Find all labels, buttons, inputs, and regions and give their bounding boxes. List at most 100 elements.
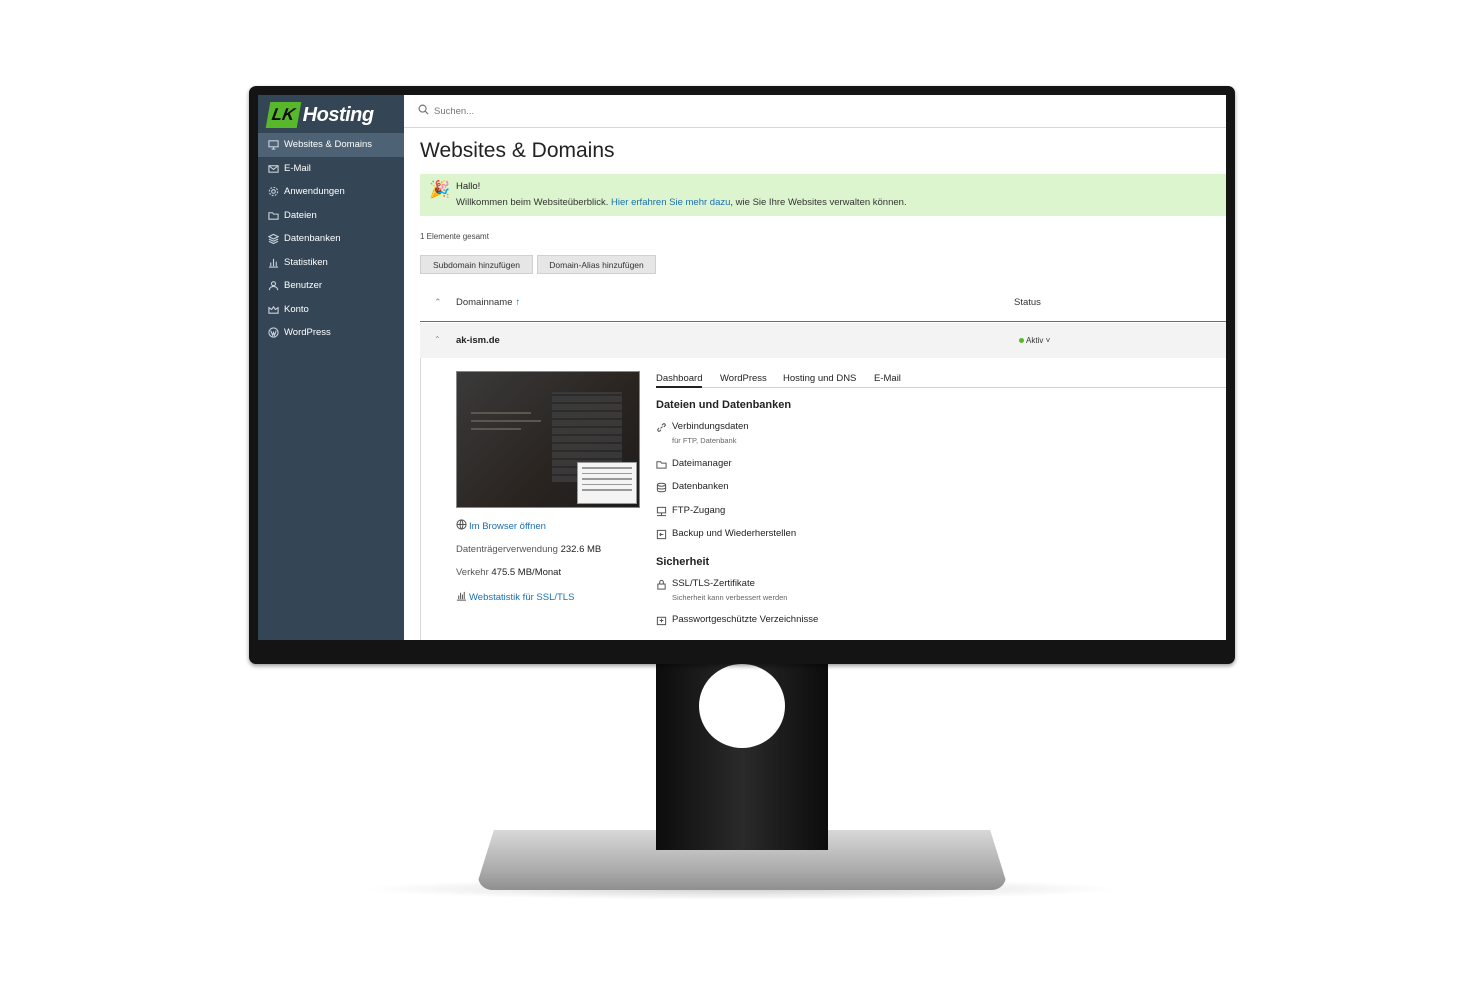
sidebar: LK Hosting Websites & Domains E-Mail Anw… [258,95,404,640]
sidebar-item-wordpress[interactable]: WordPress [258,321,404,345]
globe-icon [456,519,469,533]
domain-name[interactable]: ak-ism.de [456,335,500,346]
sidebar-item-statistiken[interactable]: Statistiken [258,251,404,275]
sidebar-item-label: Dateien [284,209,317,221]
search-bar [404,95,1226,128]
sidebar-item-label: E-Mail [284,162,311,174]
monitor-screen: LK Hosting Websites & Domains E-Mail Anw… [258,95,1226,640]
sidebar-item-benutzer[interactable]: Benutzer [258,274,404,298]
section-security: Sicherheit [656,556,710,568]
section-files-databases: Dateien und Datenbanken [656,399,792,411]
item-count: 1 Elemente gesamt [420,232,489,241]
open-in-browser-label: Im Browser öffnen [469,520,546,532]
tab-hosting-dns[interactable]: Hosting und DNS [783,373,856,388]
column-header-domainname[interactable]: Domainname ↑ [456,297,520,308]
connection-info-sub: für FTP, Datenbank [672,436,737,445]
bar-chart-icon [268,257,279,268]
backup-icon [656,528,672,543]
status-dropdown[interactable]: Aktiv ˅ [1019,336,1050,345]
welcome-title: Hallo! [456,181,481,192]
bar-chart-icon [456,590,469,604]
logo-text: Hosting [302,103,374,126]
party-popper-icon: 🎉 [429,180,451,199]
lock-icon [656,578,672,593]
add-subdomain-button[interactable]: Subdomain hinzufügen [420,255,533,274]
open-in-browser-link[interactable]: Im Browser öffnen [456,519,546,533]
add-domain-alias-button[interactable]: Domain-Alias hinzufügen [537,255,656,274]
main-content: Websites & Domains 🎉 Hallo! Willkommen b… [404,95,1226,640]
protected-folder-icon [656,614,672,629]
sort-ascending-icon: ↑ [515,297,521,308]
detail-tabs: Dashboard WordPress Hosting und DNS E-Ma… [656,373,1226,388]
sidebar-item-anwendungen[interactable]: Anwendungen [258,180,404,204]
collapse-all-icon[interactable]: ⌃ [434,297,442,308]
wordpress-icon [268,327,279,338]
preview-cookie-popup [577,462,637,504]
status-badge: Aktiv [1026,336,1044,345]
preview-text-line [471,428,521,430]
ssl-certificates-text: SSL/TLS-Zertifikate Sicherheit kann verbe… [672,578,787,602]
sidebar-item-label: Anwendungen [284,186,345,198]
sidebar-item-label: Konto [284,303,309,315]
tab-wordpress[interactable]: WordPress [720,373,767,388]
databases-label: Datenbanken [672,481,729,492]
sidebar-item-datenbanken[interactable]: Datenbanken [258,227,404,251]
disk-usage-value: 232.6 MB [560,544,602,555]
sidebar-item-websites-domains[interactable]: Websites & Domains [258,133,404,157]
databases-link[interactable]: Datenbanken [656,481,729,496]
column-header-status[interactable]: Status [1014,297,1041,308]
database-icon [656,481,672,496]
preview-text-line [471,412,531,414]
logo-badge: LK [265,102,301,128]
protected-directories-label: Passwortgeschützte Verzeichnisse [672,614,819,625]
traffic-value: 475.5 MB/Monat [491,567,562,578]
welcome-banner: 🎉 Hallo! Willkommen beim Websiteüberblic… [420,174,1226,216]
database-icon [267,233,280,245]
connection-info-text: Verbindungsdaten für FTP, Datenbank [672,421,749,445]
traffic-label: Verkehr [456,567,489,578]
sidebar-item-label: Datenbanken [284,233,341,245]
search-input[interactable] [434,105,734,117]
welcome-help-link[interactable]: Hier erfahren Sie mehr dazu [611,197,730,208]
tab-email[interactable]: E-Mail [874,373,901,388]
link-chain-icon [656,421,672,436]
ssl-certificates-link[interactable]: SSL/TLS-Zertifikate Sicherheit kann verbe… [656,578,787,602]
website-preview-thumbnail[interactable] [456,371,640,508]
sidebar-item-konto[interactable]: Konto [258,298,404,322]
sidebar-nav: Websites & Domains E-Mail Anwendungen Da… [258,133,404,345]
backup-restore-link[interactable]: Backup und Wiederherstellen [656,528,796,543]
logo[interactable]: LK Hosting [265,101,374,129]
table-row[interactable]: ⌃ ak-ism.de Aktiv ˅ [420,323,1226,358]
file-manager-label: Dateimanager [672,458,732,469]
webstatistics-link[interactable]: Webstatistik für SSL/TLS [456,590,574,604]
sidebar-item-email[interactable]: E-Mail [258,157,404,181]
tab-dashboard[interactable]: Dashboard [656,373,703,388]
sidebar-item-label: WordPress [284,327,331,339]
traffic: Verkehr 475.5 MB/Monat [456,567,561,578]
ftp-access-link[interactable]: FTP-Zugang [656,505,725,520]
file-manager-link[interactable]: Dateimanager [656,458,732,473]
welcome-text: Willkommen beim Websiteüberblick. Hier e… [456,197,907,208]
sidebar-item-dateien[interactable]: Dateien [258,204,404,228]
page-title: Websites & Domains [420,139,615,162]
sidebar-item-label: Statistiken [284,256,328,268]
search-icon [418,102,429,120]
detail-divider [420,358,421,640]
preview-text-line [471,420,541,422]
sidebar-item-label: Benutzer [284,280,323,292]
monitor-stand-cable-hole [699,664,785,748]
folder-icon [656,458,672,473]
connection-info-link[interactable]: Verbindungsdaten für FTP, Datenbank [656,421,749,445]
chevron-up-icon[interactable]: ⌃ [434,335,441,344]
ftp-access-label: FTP-Zugang [672,505,726,516]
protected-directories-link[interactable]: Passwortgeschützte Verzeichnisse [656,614,818,629]
status-dot [1019,338,1024,344]
disk-usage-label: Datenträgerverwendung [456,544,558,555]
ssl-certificates-sub: Sicherheit kann verbessert werden [672,593,788,602]
backup-restore-label: Backup und Wiederherstellen [672,528,797,539]
disk-usage: Datenträgerverwendung 232.6 MB [456,544,601,555]
folder-icon [268,210,279,221]
column-label: Domainname [456,297,513,308]
account-icon [268,304,279,315]
product-mockup: LK Hosting Websites & Domains E-Mail Anw… [0,0,1484,988]
